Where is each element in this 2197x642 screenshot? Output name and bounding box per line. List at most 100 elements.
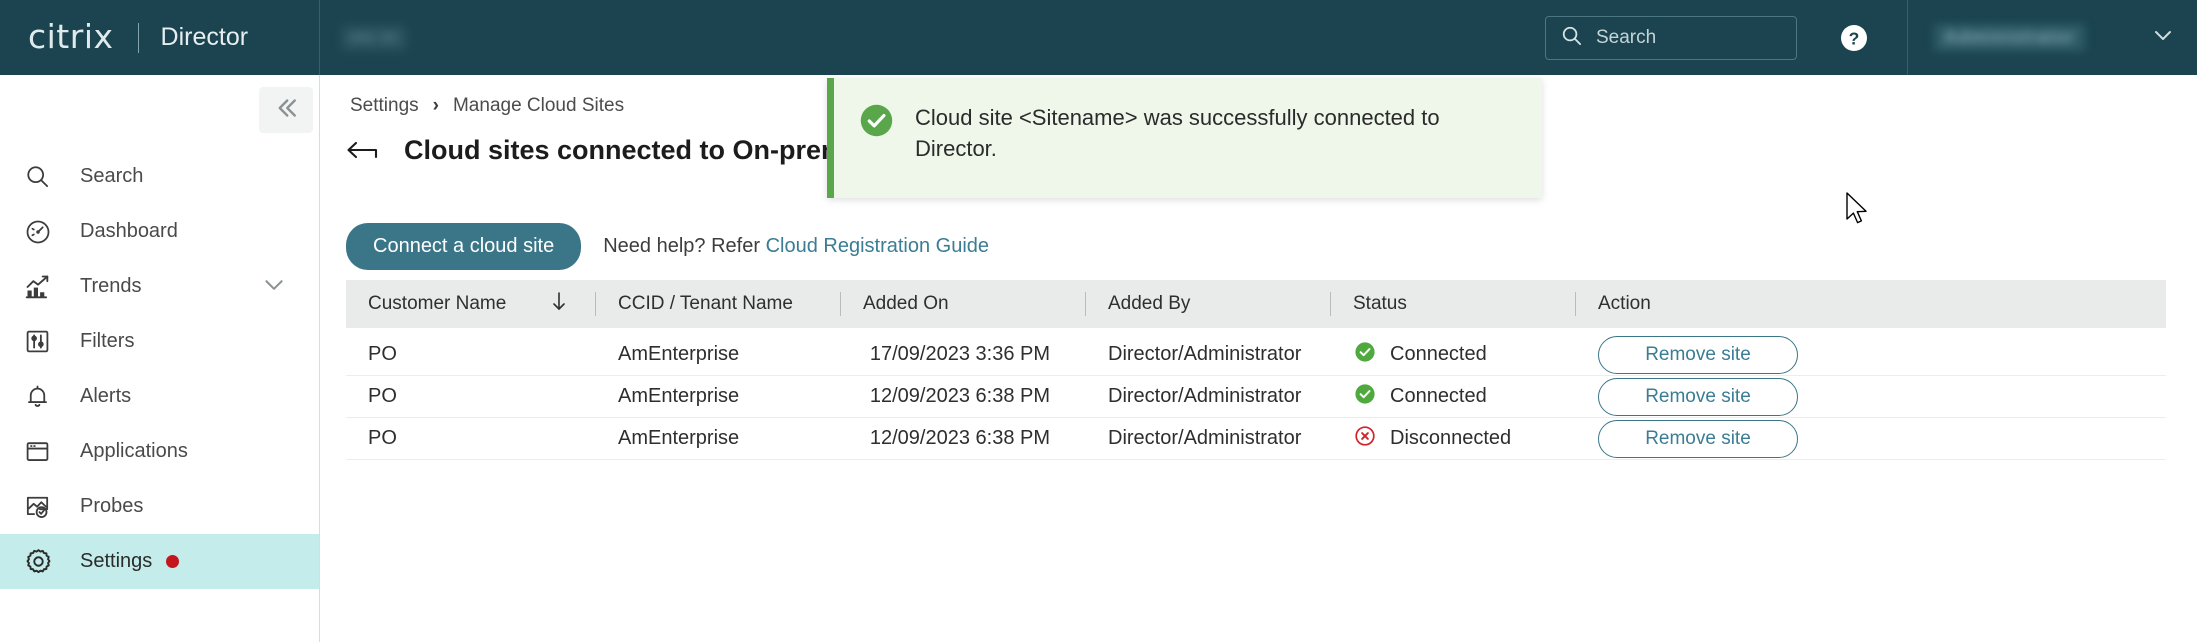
user-name-label: Administrator [1934,24,2085,51]
cell-ccid: AmEnterprise [596,343,841,366]
topbar-context-area: ••• •• [320,26,1545,50]
cell-status: Connected [1331,382,1576,412]
remove-site-button[interactable]: Remove site [1598,336,1798,374]
page-title: Cloud sites connected to On-premises [404,135,898,166]
column-header-action[interactable]: Action [1576,280,1866,328]
sidebar-item-settings[interactable]: Settings [0,534,319,589]
chevron-down-icon[interactable] [261,271,287,302]
column-label: Added By [1108,293,1190,315]
brand-divider [138,23,139,53]
breadcrumb: Settings › Manage Cloud Sites [350,95,624,117]
status-badge: Connected [1353,340,1487,370]
status-label: Disconnected [1390,427,1511,450]
status-badge [166,555,179,568]
bell-icon [24,383,60,410]
column-label: CCID / Tenant Name [618,293,793,315]
status-badge: Connected [1353,382,1487,412]
remove-site-button[interactable]: Remove site [1598,378,1798,416]
column-header-added-on[interactable]: Added On [841,280,1086,328]
svg-text:?: ? [1849,28,1860,48]
column-header-ccid-tenant-name[interactable]: CCID / Tenant Name [596,280,841,328]
global-search-box[interactable] [1545,16,1797,60]
page-title-row: Cloud sites connected to On-premises [346,135,898,166]
arrow-left-icon[interactable] [346,136,382,166]
table-header-row: Customer Name CCID / Tenant Name Added O… [346,280,2166,328]
column-header-customer-name[interactable]: Customer Name [346,280,596,328]
check-circle-filled-icon [858,102,895,144]
cell-added-on: 17/09/2023 3:36 PM [841,343,1086,366]
arrow-down-icon[interactable] [548,289,570,319]
cell-added-on: 12/09/2023 6:38 PM [841,385,1086,408]
sidebar-collapse-button[interactable] [259,87,313,133]
sidebar-item-trends[interactable]: Trends [0,259,319,314]
search-icon [24,163,60,190]
sidebar-item-label: Filters [80,330,134,353]
check-circle-icon [1353,340,1377,370]
column-header-added-by[interactable]: Added By [1086,280,1331,328]
action-row: Connect a cloud site Need help? Refer Cl… [346,223,989,270]
cloud-registration-guide-link[interactable]: Cloud Registration Guide [766,235,989,257]
mouse-pointer-icon [1845,192,1871,233]
sliders-icon [24,328,60,355]
remove-site-button[interactable]: Remove site [1598,420,1798,458]
x-circle-icon [1353,424,1377,454]
help-circle-icon[interactable]: ? [1839,23,1869,53]
chevron-double-left-icon [271,93,301,128]
connect-cloud-site-button[interactable]: Connect a cloud site [346,223,581,270]
cell-action: Remove site [1576,378,1866,416]
cell-customer-name: PO [346,343,596,366]
cell-customer-name: PO [346,427,596,450]
help-text: Need help? Refer Cloud Registration Guid… [603,235,989,258]
sidebar-item-label: Probes [80,495,143,518]
breadcrumb-separator: › [433,95,439,117]
table-row[interactable]: PO AmEnterprise 12/09/2023 6:38 PM Direc… [346,418,2166,460]
sidebar-item-filters[interactable]: Filters [0,314,319,369]
status-label: Connected [1390,343,1487,366]
check-circle-icon [1353,382,1377,412]
column-label: Customer Name [368,293,506,315]
topbar-right-group: ? Administrator [1545,0,2197,75]
trending-up-icon [24,273,60,301]
breadcrumb-manage-cloud-sites[interactable]: Manage Cloud Sites [453,95,624,117]
window-icon [24,438,60,465]
user-menu[interactable]: Administrator [1907,0,2197,75]
cell-ccid: AmEnterprise [596,427,841,450]
success-toast: Cloud site <Sitename> was successfully c… [827,78,1542,198]
chevron-down-icon [2151,23,2175,52]
sidebar-item-dashboard[interactable]: Dashboard [0,204,319,259]
top-header-bar: citrix Director ••• •• ? [0,0,2197,75]
app-name-label: Director [161,23,249,52]
search-input[interactable] [1596,27,1782,49]
sidebar-item-alerts[interactable]: Alerts [0,369,319,424]
cloud-sites-table: Customer Name CCID / Tenant Name Added O… [346,280,2166,460]
sidebar-item-list: Search Dashboard [0,75,319,589]
sidebar-nav: Search Dashboard [0,75,320,642]
app-root: citrix Director ••• •• ? [0,0,2197,642]
sidebar-item-probes[interactable]: Probes [0,479,319,534]
cell-added-by: Director/Administrator [1086,343,1331,366]
sidebar-item-label: Trends [80,275,142,298]
toast-message: Cloud site <Sitename> was successfully c… [915,102,1515,164]
gear-icon [24,547,60,576]
brand-zone: citrix Director [0,0,320,75]
cell-status: Connected [1331,340,1576,370]
column-label: Status [1353,293,1407,315]
breadcrumb-settings[interactable]: Settings [350,95,419,117]
cell-action: Remove site [1576,420,1866,458]
status-badge: Disconnected [1353,424,1511,454]
redacted-site-label: ••• •• [342,26,406,50]
table-row[interactable]: PO AmEnterprise 17/09/2023 3:36 PM Direc… [346,334,2166,376]
sidebar-item-label: Dashboard [80,220,178,243]
sidebar-item-applications[interactable]: Applications [0,424,319,479]
sidebar-item-label: Settings [80,550,152,573]
cell-status: Disconnected [1331,424,1576,454]
sidebar-item-label: Applications [80,440,188,463]
table-row[interactable]: PO AmEnterprise 12/09/2023 6:38 PM Direc… [346,376,2166,418]
cell-customer-name: PO [346,385,596,408]
sidebar-item-search[interactable]: Search [0,149,319,204]
gauge-icon [24,218,60,246]
cell-ccid: AmEnterprise [596,385,841,408]
column-header-status[interactable]: Status [1331,280,1576,328]
cell-added-by: Director/Administrator [1086,427,1331,450]
cell-added-on: 12/09/2023 6:38 PM [841,427,1086,450]
